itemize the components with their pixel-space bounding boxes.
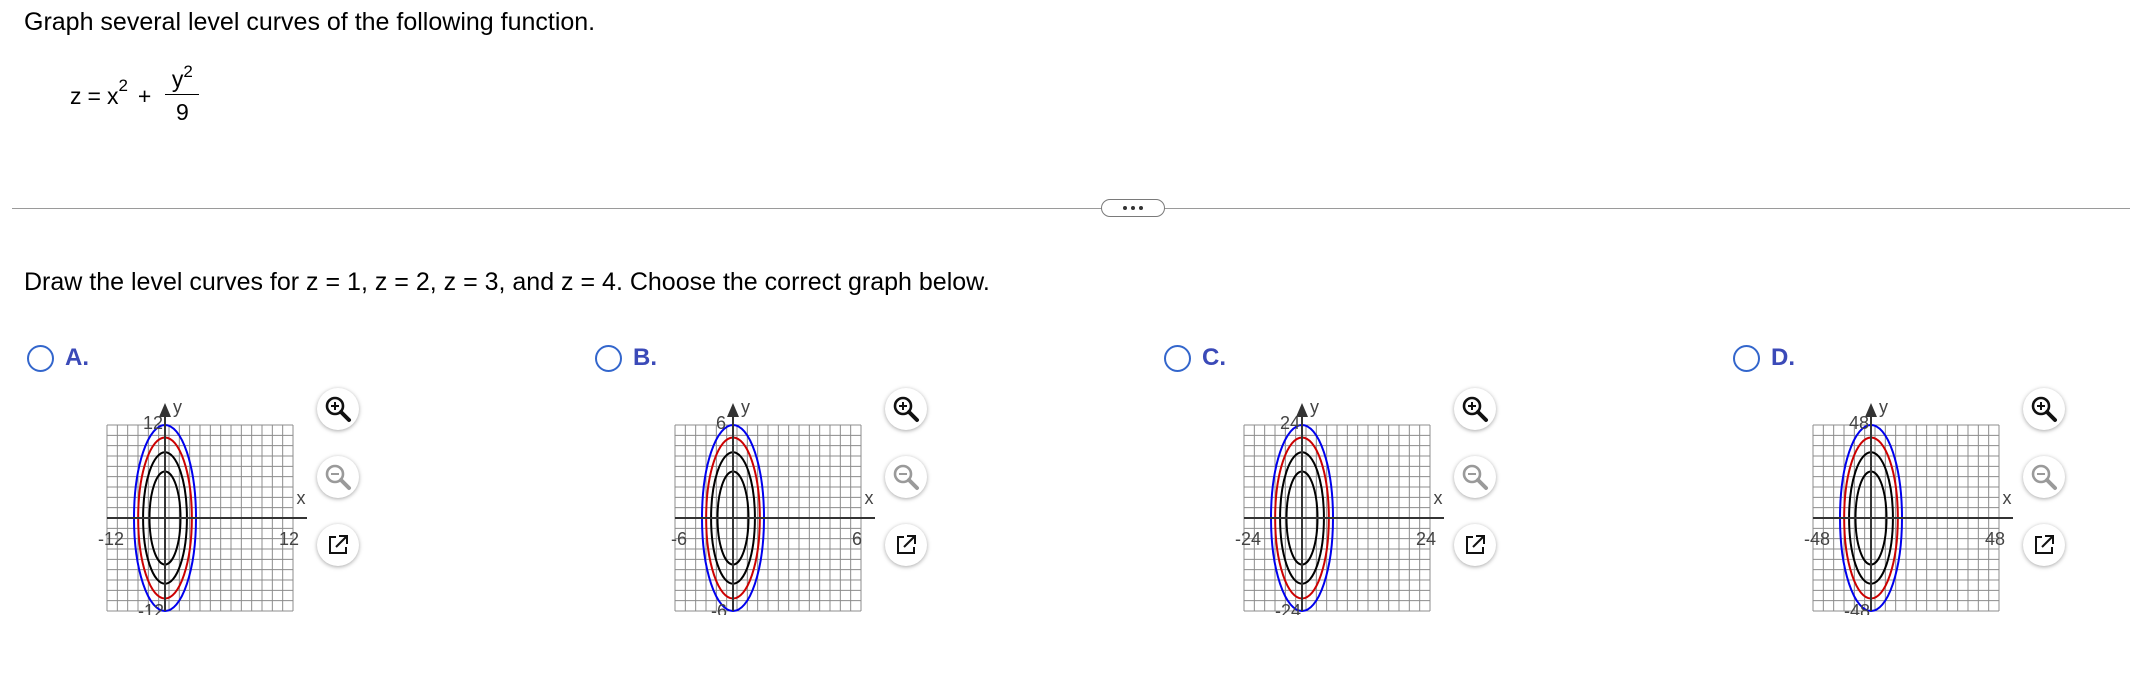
answer-option-c: C. y x 24 -24 -24 24 <box>1164 344 1504 615</box>
option-b-label[interactable]: B. <box>633 344 657 372</box>
fraction-numerator: y2 <box>168 62 197 94</box>
y-tick-max: 48 <box>1849 413 1869 433</box>
zoom-in-icon <box>1462 396 1488 422</box>
zoom-in-icon <box>325 396 351 422</box>
popout-button[interactable] <box>885 524 927 566</box>
y-tick-max: 12 <box>143 413 163 433</box>
x-tick-max: 48 <box>1985 529 2005 549</box>
x-axis-label: x <box>2003 488 2012 508</box>
ellipsis-dot-icon <box>1131 206 1135 210</box>
zoom-in-icon <box>893 396 919 422</box>
y-tick-max: 24 <box>1280 413 1300 433</box>
zoom-in-button[interactable] <box>1454 388 1496 430</box>
formula-y-term: y <box>171 66 184 92</box>
x-tick-min: -24 <box>1235 529 1261 549</box>
external-link-icon <box>897 535 916 554</box>
option-c-graph[interactable]: y x 24 -24 -24 24 <box>1204 385 1444 615</box>
zoom-out-icon <box>325 464 351 490</box>
question-prompt: Graph several level curves of the follow… <box>24 8 596 36</box>
y-tick-min: -24 <box>1275 601 1301 615</box>
fraction-denominator: 9 <box>175 99 189 125</box>
formula-lhs: z <box>70 82 82 109</box>
y-axis-label: y <box>173 397 182 417</box>
formula-y-exponent: 2 <box>183 62 193 81</box>
formula-x-exponent: 2 <box>118 76 128 95</box>
zoom-out-button[interactable] <box>317 456 359 498</box>
popout-button[interactable] <box>2023 524 2065 566</box>
y-tick-min: -6 <box>711 601 727 615</box>
zoom-in-icon <box>2031 396 2057 422</box>
ellipsis-dot-icon <box>1123 206 1127 210</box>
zoom-out-button[interactable] <box>2023 456 2065 498</box>
answer-option-b: B. y x 6 -6 -6 6 <box>595 344 935 615</box>
x-tick-max: 12 <box>279 529 299 549</box>
zoom-in-button[interactable] <box>317 388 359 430</box>
y-axis-arrow-icon <box>727 403 739 417</box>
external-link-icon <box>2035 535 2054 554</box>
option-d-graph[interactable]: y x 48 -48 -48 48 <box>1773 385 2013 615</box>
x-tick-min: -12 <box>98 529 124 549</box>
y-tick-min: -12 <box>138 601 164 615</box>
external-link-icon <box>1466 535 1485 554</box>
expand-more-button[interactable] <box>1101 199 1165 217</box>
option-d-label[interactable]: D. <box>1771 344 1795 372</box>
zoom-in-button[interactable] <box>2023 388 2065 430</box>
instruction-text: Draw the level curves for z = 1, z = 2, … <box>24 268 990 296</box>
y-axis-label: y <box>741 397 750 417</box>
formula-fraction: y2 9 <box>165 62 200 126</box>
option-d-radio[interactable] <box>1733 345 1760 372</box>
y-tick-max: 6 <box>716 413 726 433</box>
option-c-radio[interactable] <box>1164 345 1191 372</box>
answer-option-a: A. y x 12 -12 -12 12 <box>27 344 367 615</box>
option-c-label[interactable]: C. <box>1202 344 1226 372</box>
answer-option-d: D. y x 48 -48 -48 48 <box>1733 344 2073 615</box>
ellipsis-dot-icon <box>1139 206 1143 210</box>
x-axis-label: x <box>1434 488 1443 508</box>
y-tick-min: -48 <box>1844 601 1870 615</box>
zoom-out-icon <box>2031 464 2057 490</box>
popout-button[interactable] <box>317 524 359 566</box>
formula-plus: + <box>137 82 152 109</box>
y-axis-label: y <box>1879 397 1888 417</box>
x-tick-min: -6 <box>671 529 687 549</box>
section-divider <box>12 208 2130 209</box>
x-axis-label: x <box>865 488 874 508</box>
x-tick-min: -48 <box>1804 529 1830 549</box>
y-axis-label: y <box>1310 397 1319 417</box>
option-b-graph[interactable]: y x 6 -6 -6 6 <box>635 385 875 615</box>
formula-equals: = <box>87 82 101 109</box>
external-link-icon <box>329 535 348 554</box>
zoom-out-button[interactable] <box>1454 456 1496 498</box>
x-tick-max: 6 <box>852 529 862 549</box>
function-formula: z = x 2 + y2 9 <box>70 62 200 126</box>
x-tick-max: 24 <box>1416 529 1436 549</box>
x-axis-label: x <box>297 488 306 508</box>
zoom-out-icon <box>893 464 919 490</box>
zoom-in-button[interactable] <box>885 388 927 430</box>
formula-x-term: x <box>106 82 119 109</box>
zoom-out-button[interactable] <box>885 456 927 498</box>
option-a-graph[interactable]: y x 12 -12 -12 12 <box>67 385 307 615</box>
zoom-out-icon <box>1462 464 1488 490</box>
option-b-radio[interactable] <box>595 345 622 372</box>
option-a-label[interactable]: A. <box>65 344 89 372</box>
option-a-radio[interactable] <box>27 345 54 372</box>
popout-button[interactable] <box>1454 524 1496 566</box>
